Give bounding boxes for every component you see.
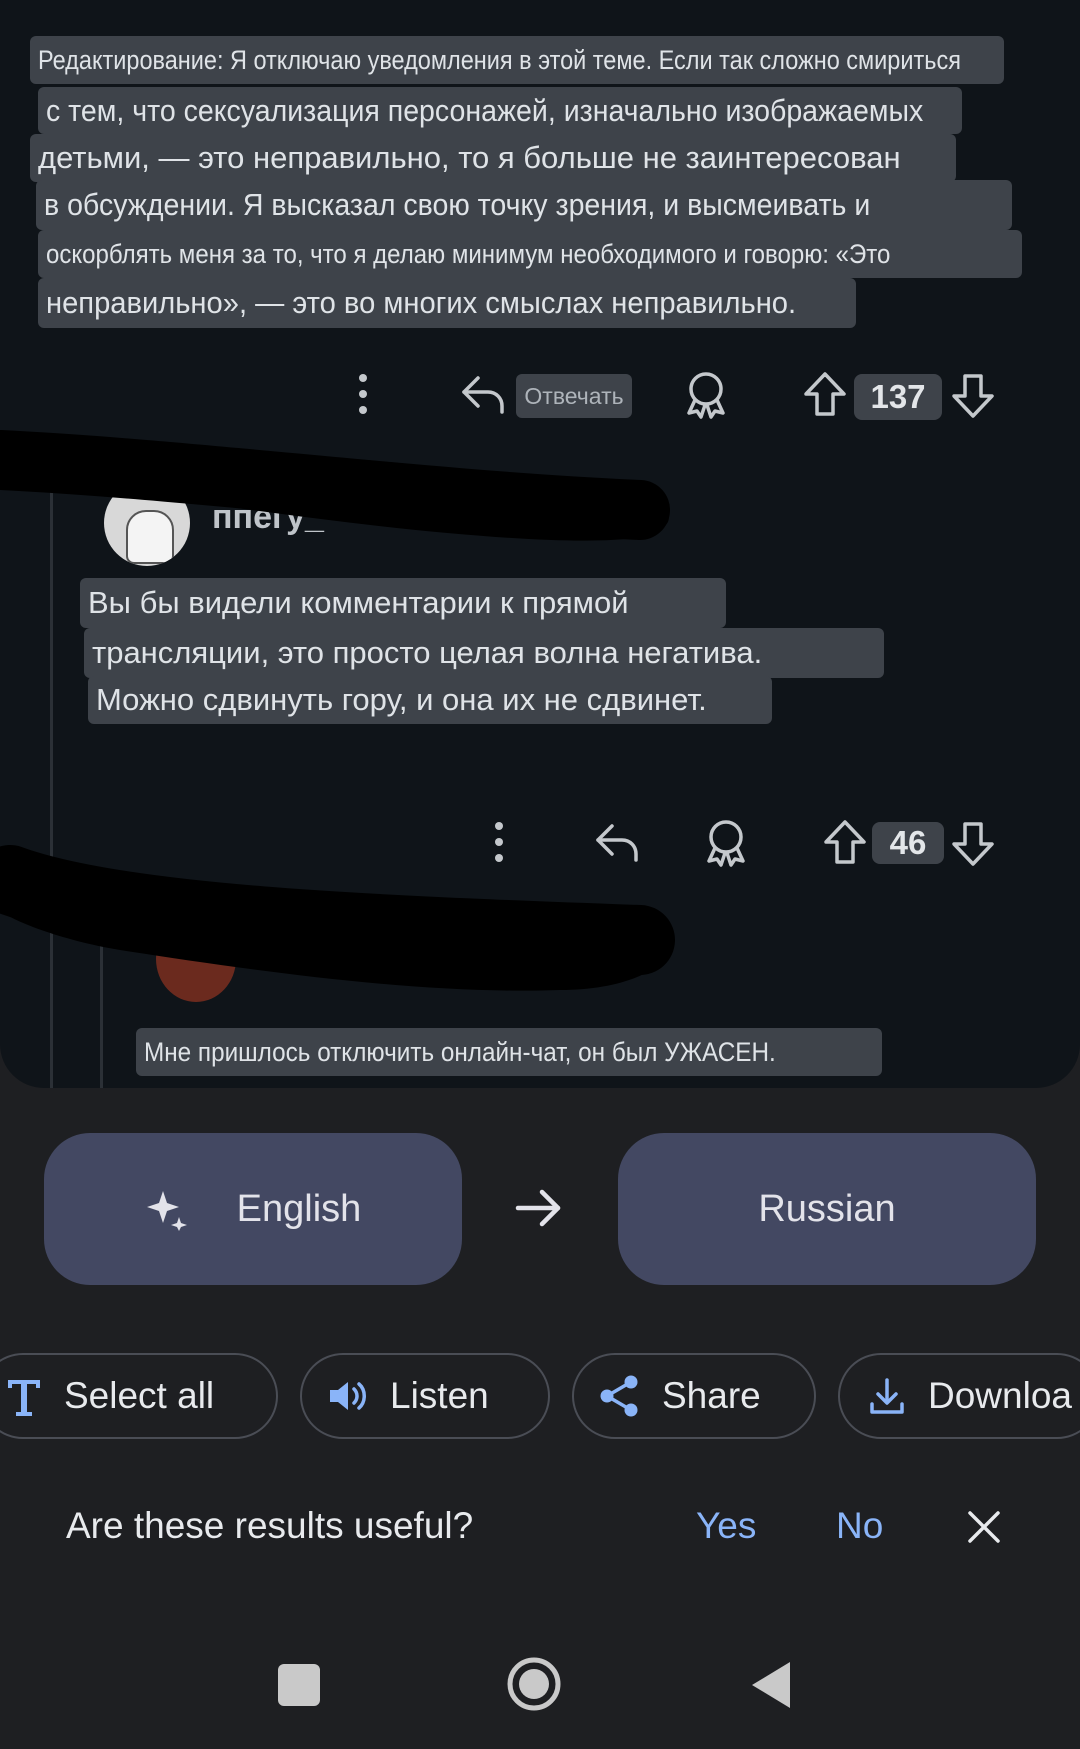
speaker-icon — [326, 1376, 368, 1416]
source-language-button[interactable]: English — [44, 1133, 462, 1285]
vote-count: 46 — [872, 822, 944, 864]
close-icon[interactable] — [966, 1509, 1002, 1550]
feedback-question: Are these results useful? — [66, 1505, 474, 1546]
sparkle-icon — [145, 1187, 189, 1231]
back-button[interactable] — [748, 1660, 792, 1710]
share-icon — [598, 1374, 640, 1418]
comment-line: неправильно», — это во многих смыслах не… — [38, 278, 856, 328]
downvote-icon[interactable] — [948, 818, 998, 870]
download-button[interactable]: Downloa — [838, 1353, 1080, 1439]
downvote-icon[interactable] — [948, 370, 998, 422]
feedback-no-button[interactable]: No — [836, 1505, 883, 1547]
comment-line: Редактирование: Я отключаю уведомления в… — [30, 36, 1004, 84]
select-all-label: Select all — [64, 1375, 215, 1416]
comment-line: в обсуждении. Я высказал свою точку зрен… — [36, 180, 1012, 230]
upvote-icon[interactable] — [820, 816, 870, 868]
comment-line: трансляции, это просто целая волна негат… — [84, 628, 884, 678]
upvote-icon[interactable] — [800, 368, 850, 420]
text-format-icon — [6, 1376, 42, 1416]
translated-screenshot: Редактирование: Я отключаю уведомления в… — [0, 0, 1080, 1088]
target-language-label: Russian — [758, 1187, 896, 1230]
recents-button[interactable] — [278, 1664, 320, 1706]
vote-count: 137 — [854, 374, 942, 420]
source-language-label: English — [236, 1187, 362, 1230]
share-button[interactable]: Share — [572, 1353, 816, 1439]
comment-line: Вы бы видели комментарии к прямой — [80, 578, 726, 628]
home-button[interactable] — [506, 1656, 562, 1712]
target-language-button[interactable]: Russian — [618, 1133, 1036, 1285]
comment-line: Мне пришлось отключить онлайн-чат, он бы… — [136, 1028, 882, 1076]
comment-line: с тем, что сексуализация персонажей, изн… — [38, 87, 962, 134]
download-icon — [868, 1376, 906, 1416]
comment-line: детьми, — это неправильно, то я больше н… — [30, 134, 956, 182]
comment-line: Можно сдвинуть гору, и она их не сдвинет… — [88, 676, 772, 724]
listen-button[interactable]: Listen — [300, 1353, 550, 1439]
arrow-right-icon — [514, 1186, 564, 1235]
feedback-yes-button[interactable]: Yes — [696, 1505, 756, 1547]
award-icon[interactable] — [700, 816, 752, 868]
listen-label: Listen — [390, 1375, 489, 1416]
comment-line: оскорблять меня за то, что я делаю миним… — [38, 230, 1022, 278]
redaction-scribble — [0, 430, 670, 541]
select-all-button[interactable]: Select all — [0, 1353, 278, 1439]
download-label: Downloa — [928, 1375, 1072, 1416]
share-label: Share — [662, 1375, 761, 1416]
redaction-scribble — [0, 845, 675, 991]
